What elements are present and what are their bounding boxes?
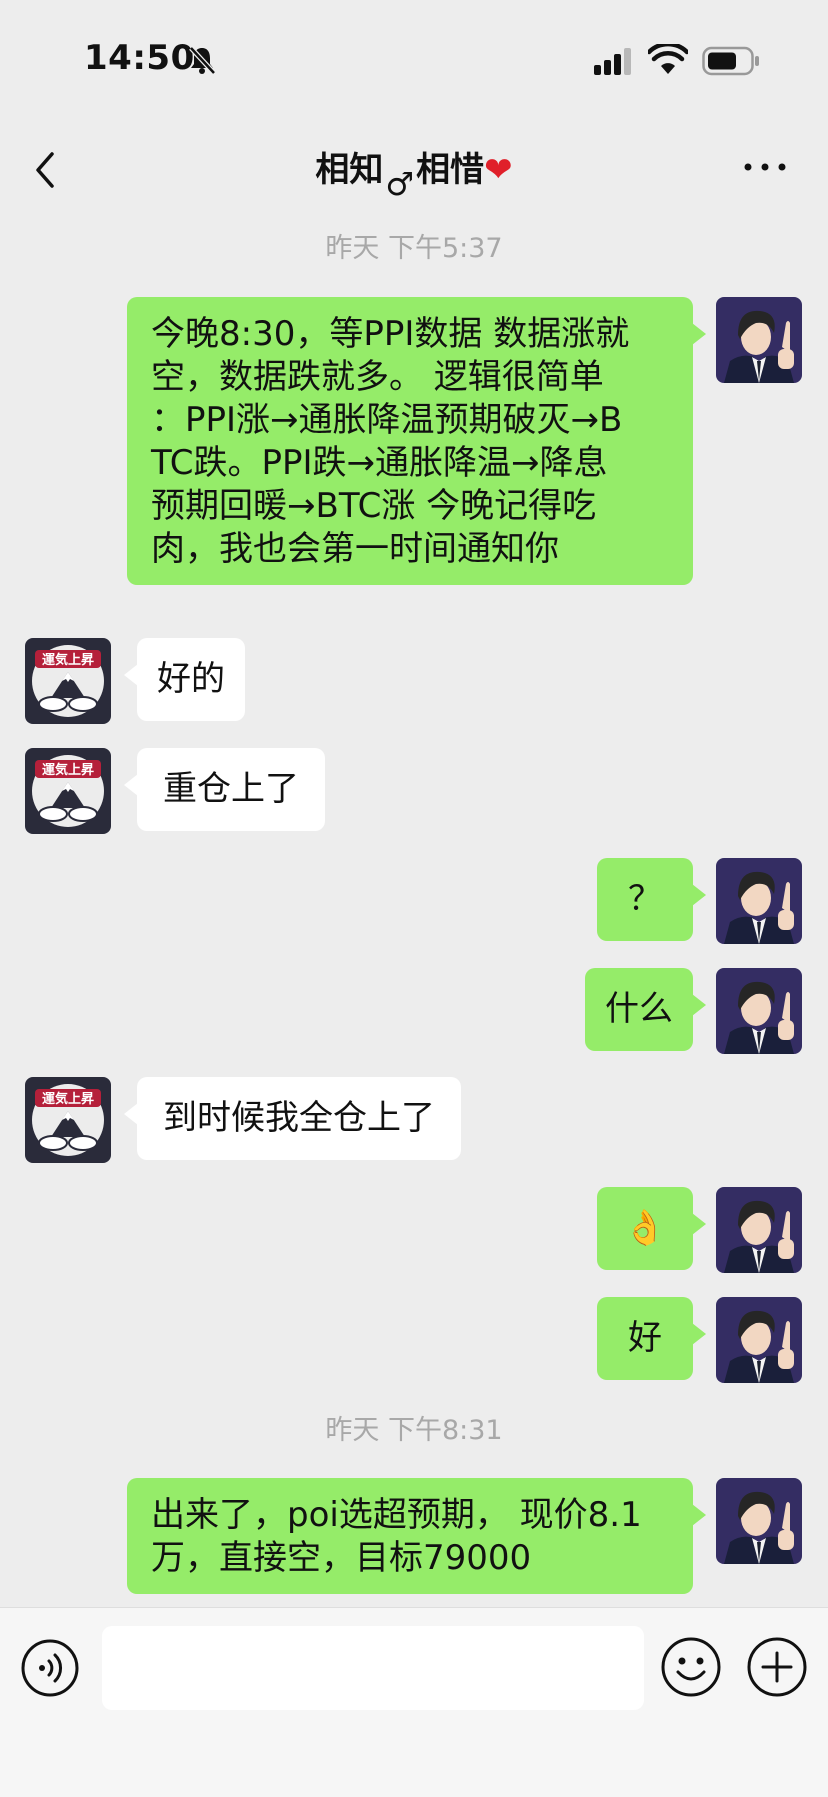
anime-businessman-avatar-icon [716, 1478, 802, 1564]
anime-businessman-avatar-icon [716, 858, 802, 944]
avatar[interactable] [716, 1297, 802, 1383]
message-bubble-received[interactable]: 好的 [124, 638, 245, 721]
message-line: 今晚8:30，等PPI数据 数据涨就 [151, 314, 630, 354]
chat-title: 相知♂相惜❤ [200, 142, 628, 203]
wifi-icon [648, 44, 688, 74]
avatar[interactable]: 運気上昇 [25, 638, 111, 724]
back-chevron-icon[interactable] [26, 140, 66, 200]
plus-icon[interactable] [746, 1636, 808, 1698]
message-line: 万，直接空，目标79000 [151, 1538, 532, 1578]
avatar[interactable] [716, 968, 802, 1054]
message-bubble-sent[interactable]: 好 [597, 1297, 706, 1380]
good-luck-mountain-avatar-icon: 運気上昇 [25, 748, 111, 834]
chat-title-part2: 相惜 [416, 150, 485, 190]
avatar[interactable]: 運気上昇 [25, 1077, 111, 1163]
message-bubble-sent[interactable]: 👌 [597, 1187, 706, 1270]
message-bubble-received[interactable]: 到时候我全仓上了 [124, 1077, 461, 1160]
male-symbol-icon: ♂ [385, 165, 415, 203]
message-bubble-sent[interactable]: 今晚8:30，等PPI数据 数据涨就 空，数据跌就多。 逻辑很简单 ：PPI涨→… [127, 297, 706, 585]
avatar[interactable] [716, 297, 802, 383]
chat-title-part1: 相知 [315, 150, 384, 190]
avatar-text: 運気上昇 [42, 652, 94, 668]
emoji-icon[interactable] [660, 1636, 722, 1698]
message-line: TC跌。PPI跌→通胀降温→降息 [151, 443, 608, 483]
message-line: 肉，我也会第一时间通知你 [151, 529, 559, 569]
message-bubble-received[interactable]: 重仓上了 [124, 748, 325, 831]
heart-icon: ❤ [484, 150, 513, 190]
bell-muted-icon [189, 46, 216, 75]
status-time: 14:50 [84, 38, 195, 78]
battery-icon [702, 46, 759, 76]
anime-businessman-avatar-icon [716, 1297, 802, 1383]
anime-businessman-avatar-icon [716, 1187, 802, 1273]
voice-input-icon[interactable] [20, 1638, 80, 1698]
good-luck-mountain-avatar-icon: 運気上昇 [25, 638, 111, 724]
message-bubble-sent[interactable]: 出来了，poi选超预期， 现价8.1 万，直接空，目标79000 [127, 1478, 706, 1594]
avatar[interactable]: 運気上昇 [25, 748, 111, 834]
message-bubble-sent[interactable]: 什么 [585, 968, 706, 1051]
avatar-text: 運気上昇 [42, 762, 94, 778]
message-line: 预期回暖→BTC涨 今晚记得吃 [151, 486, 597, 526]
good-luck-mountain-avatar-icon: 運気上昇 [25, 1077, 111, 1163]
input-bar [0, 1607, 828, 1797]
cellular-signal-icon [594, 48, 631, 75]
message-input[interactable] [102, 1626, 644, 1710]
timestamp: 昨天 下午8:31 [325, 1415, 503, 1446]
avatar[interactable] [716, 1478, 802, 1564]
message-line: 出来了，poi选超预期， 现价8.1 [151, 1495, 642, 1535]
anime-businessman-avatar-icon [716, 297, 802, 383]
more-options-icon[interactable] [740, 152, 790, 182]
status-bar: 14:50 [0, 0, 828, 120]
avatar-text: 運気上昇 [42, 1091, 94, 1107]
message-line: 空，数据跌就多。 逻辑很简单 [151, 357, 604, 397]
avatar[interactable] [716, 858, 802, 944]
avatar[interactable] [716, 1187, 802, 1273]
anime-businessman-avatar-icon [716, 968, 802, 1054]
message-line: ：PPI涨→通胀降温预期破灭→B [151, 400, 623, 440]
timestamp: 昨天 下午5:37 [325, 233, 503, 264]
message-bubble-sent[interactable]: ？ [597, 858, 706, 941]
